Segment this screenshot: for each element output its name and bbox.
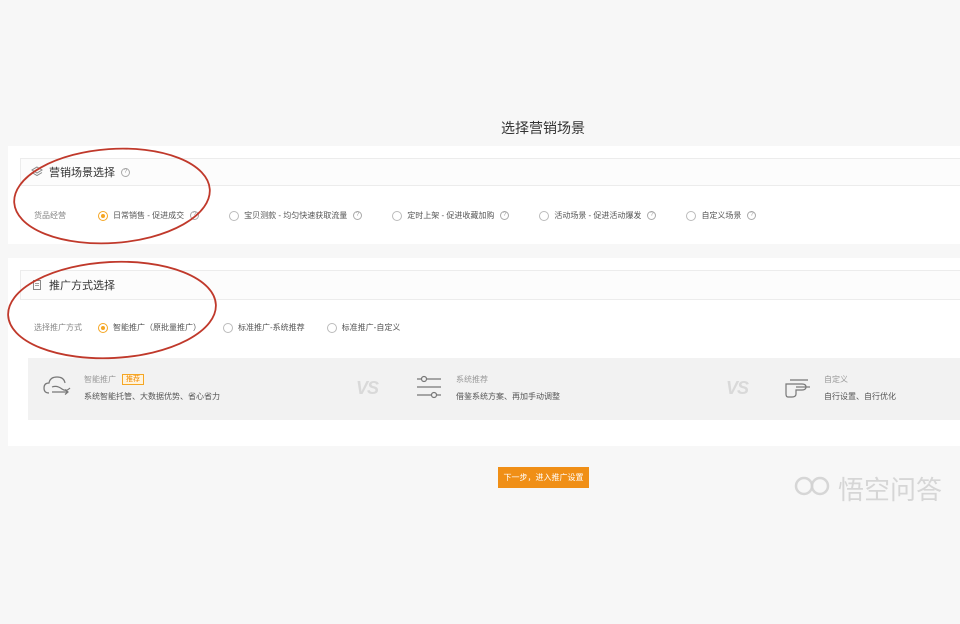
promo-options-row: 选择推广方式 智能推广（原批量推广） 标准推广-系统推荐 标准推广-自定义: [34, 322, 430, 333]
hand-point-icon: [782, 374, 812, 400]
next-step-button[interactable]: 下一步，进入推广设置: [498, 467, 589, 488]
compare-title: 自定义: [824, 375, 848, 384]
help-icon[interactable]: ?: [747, 211, 757, 220]
layers-icon: [31, 166, 43, 178]
watermark-logo-icon: [794, 473, 832, 504]
help-icon[interactable]: ?: [190, 211, 200, 220]
radio-selected[interactable]: [98, 322, 108, 333]
vs-label: VS: [726, 378, 749, 398]
option-label: 日常销售 - 促进成交: [113, 211, 185, 220]
page-title: 选择营销场景: [501, 120, 585, 136]
scene-row-label: 货品经营: [34, 211, 66, 220]
help-icon[interactable]: ?: [500, 211, 510, 220]
help-icon[interactable]: ?: [647, 211, 657, 220]
radio[interactable]: [223, 322, 233, 333]
scene-option-scheduled-listing[interactable]: 定时上架 - 促进收藏加购 ?: [392, 210, 510, 221]
promo-compare-panel: 智能推广 推荐 系统智能托管、大数据优势、省心省力 VS 系统推荐 借鉴系统方案、…: [28, 358, 960, 420]
promo-option-smart[interactable]: 智能推广（原批量推广）: [98, 322, 201, 333]
radio-selected[interactable]: [98, 210, 108, 221]
scene-section-title: 营销场景选择: [49, 167, 115, 179]
watermark-text: 悟空问答: [837, 475, 942, 505]
scene-options-row: 货品经营 日常销售 - 促进成交 ? 宝贝测款 - 均匀快速获取流量 ? 定时上…: [34, 210, 786, 221]
compare-item-recommend: 系统推荐 借鉴系统方案、再加手动调整: [414, 374, 560, 402]
scene-option-daily-sales[interactable]: 日常销售 - 促进成交 ?: [98, 210, 200, 221]
radio[interactable]: [686, 210, 697, 221]
watermark: 悟空问答: [794, 470, 942, 507]
option-label: 定时上架 - 促进收藏加购: [407, 211, 495, 220]
option-label: 活动场景 - 促进活动爆发: [554, 211, 642, 220]
promo-row-label: 选择推广方式: [34, 323, 82, 332]
compare-title: 系统推荐: [456, 375, 488, 384]
option-label: 智能推广（原批量推广）: [113, 323, 201, 332]
cloud-flow-icon: [42, 374, 72, 400]
document-icon: [31, 279, 43, 291]
scene-section-header: 营销场景选择 ?: [20, 158, 960, 186]
compare-item-custom: 自定义 自行设置、自行优化: [782, 374, 896, 402]
radio[interactable]: [326, 322, 337, 333]
help-icon[interactable]: ?: [121, 167, 130, 177]
promo-option-standard-custom[interactable]: 标准推广-自定义: [326, 322, 401, 333]
vs-label: VS: [356, 378, 379, 398]
option-label: 标准推广-系统推荐: [238, 323, 305, 332]
compare-desc: 借鉴系统方案、再加手动调整: [456, 392, 560, 401]
compare-desc: 系统智能托管、大数据优势、省心省力: [84, 392, 220, 401]
recommend-badge: 推荐: [122, 374, 144, 385]
compare-desc: 自行设置、自行优化: [824, 392, 896, 401]
option-label: 标准推广-自定义: [341, 323, 401, 332]
option-label: 宝贝测款 - 均匀快速获取流量: [244, 211, 348, 220]
radio[interactable]: [229, 210, 240, 221]
promo-section-title: 推广方式选择: [49, 280, 115, 292]
help-icon[interactable]: ?: [353, 211, 363, 220]
scene-section: 营销场景选择 ? 货品经营 日常销售 - 促进成交 ? 宝贝测款 - 均匀快速获…: [8, 146, 960, 244]
radio[interactable]: [539, 210, 550, 221]
option-label: 自定义场景: [701, 211, 742, 220]
sliders-icon: [414, 374, 444, 400]
promo-option-standard-recommend[interactable]: 标准推广-系统推荐: [223, 322, 305, 333]
radio[interactable]: [392, 210, 403, 221]
promo-section-header: 推广方式选择: [20, 270, 960, 300]
promo-section: 推广方式选择 选择推广方式 智能推广（原批量推广） 标准推广-系统推荐 标准推广…: [8, 258, 960, 446]
compare-title: 智能推广: [84, 375, 116, 384]
scene-option-event[interactable]: 活动场景 - 促进活动爆发 ?: [539, 210, 657, 221]
scene-option-product-test[interactable]: 宝贝测款 - 均匀快速获取流量 ?: [229, 210, 363, 221]
scene-option-custom[interactable]: 自定义场景 ?: [686, 210, 757, 221]
compare-item-smart: 智能推广 推荐 系统智能托管、大数据优势、省心省力: [42, 374, 220, 402]
